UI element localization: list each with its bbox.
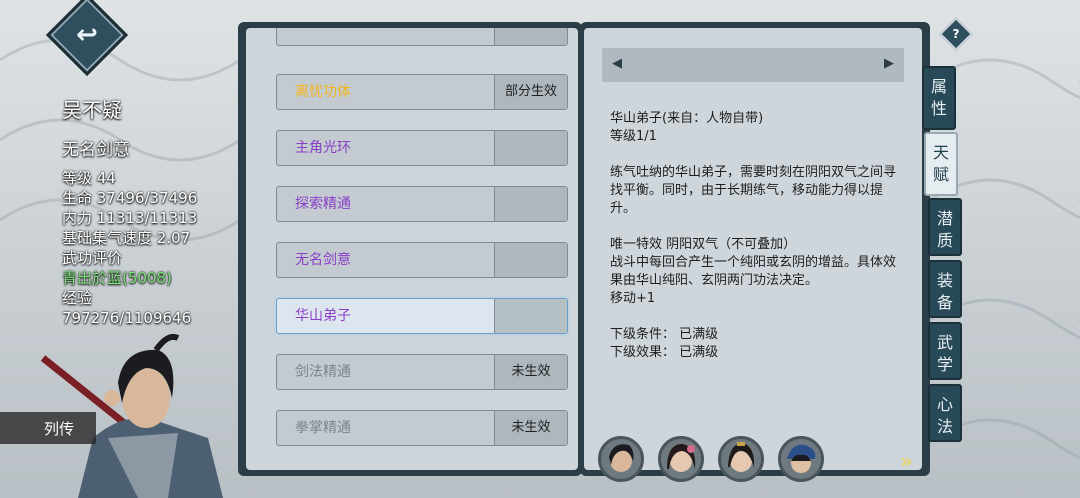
talent-status [494,243,567,277]
talent-label: 无名剑意 [295,252,351,268]
next-page-icon[interactable]: » [900,449,913,473]
talent-label: 华山弟子 [295,308,351,324]
tab-attributes[interactable]: 属性 [922,66,956,130]
talent-status [494,131,567,165]
detail-next-effect: 下级效果： 已满级 [610,345,719,360]
talent-row[interactable]: 探索精通 [276,186,568,222]
detail-level: 等级1/1 [610,129,657,144]
talent-detail-text: 华山弟子(来自：人物自带) 等级1/1 练气吐纳的华山弟子，需要时刻在阴阳双气之… [610,110,898,362]
tab-talents[interactable]: 天赋 [924,132,958,196]
talent-row[interactable]: 拳掌精通 未生效 [276,410,568,446]
talent-row[interactable]: 无名剑意 [276,242,568,278]
talent-row[interactable]: 剑法精通 未生效 [276,354,568,390]
tab-potential[interactable]: 潜质 [928,198,962,256]
rating-label: 武功评价 [62,249,123,267]
party-avatar[interactable] [718,436,764,482]
biography-tab[interactable]: 列传 [0,412,96,444]
help-icon: ? [952,27,960,41]
talent-status [494,299,567,333]
talent-row[interactable]: 离忧功体 部分生效 [276,74,568,110]
character-stats: 吴不疑 无名剑意 等级 44 生命 37496/37496 内力 11313/1… [62,94,197,328]
detail-next-condition: 下级条件： 已满级 [610,327,719,342]
detail-nav-bar: ◀ ▶ [602,48,904,82]
talent-row-partial[interactable] [276,28,568,46]
talent-label: 探索精通 [295,196,351,212]
detail-effect-move: 移动+1 [610,291,656,306]
detail-effect-title: 唯一特效 阴阳双气（不可叠加） [610,237,797,252]
talent-row[interactable]: 主角光环 [276,130,568,166]
prev-arrow-icon[interactable]: ◀ [612,56,622,71]
detail-effect-desc: 战斗中每回合产生一个纯阳或玄阴的增益。具体效果由华山纯阳、玄阴两门功法决定。 [610,255,897,288]
talent-list-panel: 离忧功体 部分生效 主角光环 探索精通 无名剑意 华山弟子 剑法精通 未生效 拳… [238,22,582,476]
tab-equipment[interactable]: 装备 [928,260,962,318]
character-title: 无名剑意 [62,140,130,160]
detail-description: 练气吐纳的华山弟子，需要时刻在阴阳双气之间寻找平衡。同时，由于长期练气，移动能力… [610,165,897,216]
party-avatar[interactable] [598,436,644,482]
exp-label: 经验 [62,289,93,307]
detail-source: 华山弟子(来自：人物自带) [610,111,764,126]
level-text: 等级 44 [62,169,116,187]
talent-status: 未生效 [494,411,567,445]
qi-speed-text: 基础集气速度 2.07 [62,229,191,247]
character-name: 吴不疑 [62,98,122,122]
talent-label: 剑法精通 [295,364,351,380]
talent-row-selected[interactable]: 华山弟子 [276,298,568,334]
hp-text: 生命 37496/37496 [62,189,198,207]
party-avatar[interactable] [658,436,704,482]
talent-status: 未生效 [494,355,567,389]
party-avatar[interactable] [778,436,824,482]
talent-label: 主角光环 [295,140,351,156]
tab-martial-arts[interactable]: 武学 [928,322,962,380]
talent-status: 部分生效 [494,75,567,109]
tab-mind-methods[interactable]: 心法 [928,384,962,442]
talent-detail-panel: ◀ ▶ 华山弟子(来自：人物自带) 等级1/1 练气吐纳的华山弟子，需要时刻在阴… [580,22,930,476]
talent-status [494,187,567,221]
exp-value: 797276/1109646 [62,309,192,327]
talent-label: 离忧功体 [295,84,351,100]
rating-value: 青出於蓝(5008) [62,269,172,287]
next-arrow-icon[interactable]: ▶ [884,56,894,71]
return-arrow-icon: ↩ [76,20,98,50]
talent-label: 拳掌精通 [295,420,351,436]
mp-text: 内力 11313/11313 [62,209,198,227]
